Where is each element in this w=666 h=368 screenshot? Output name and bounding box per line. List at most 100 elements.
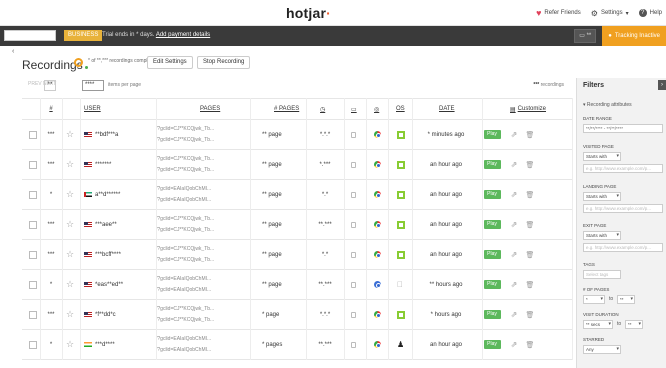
- share-icon[interactable]: ⇗: [511, 250, 518, 259]
- col-num[interactable]: #: [44, 99, 58, 119]
- share-icon[interactable]: ⇗: [511, 340, 518, 349]
- play-button[interactable]: Play: [483, 310, 501, 319]
- page-url[interactable]: /?gclid=CJ**KCQjwk_Tb...: [156, 317, 214, 323]
- page-url[interactable]: /?gclid=EAIaIQobChMI...: [156, 287, 211, 293]
- star-icon[interactable]: ☆: [66, 189, 74, 200]
- trash-icon[interactable]: 🗑: [526, 191, 535, 199]
- help-link[interactable]: ? Help: [638, 9, 662, 17]
- star-icon[interactable]: ☆: [66, 309, 74, 320]
- page-url[interactable]: /?gclid=CJ**KCQjwk_Tb...: [156, 227, 214, 233]
- col-user[interactable]: USER: [84, 99, 101, 119]
- user-id[interactable]: *******: [95, 162, 111, 168]
- page-number-input[interactable]: **: [44, 80, 56, 91]
- share-icon[interactable]: ⇗: [511, 310, 518, 319]
- play-button[interactable]: Play: [483, 340, 501, 349]
- row-checkbox[interactable]: [29, 190, 37, 199]
- row-checkbox[interactable]: [29, 130, 37, 139]
- trash-icon[interactable]: 🗑: [526, 281, 535, 289]
- play-button[interactable]: Play: [483, 190, 501, 199]
- star-icon[interactable]: ☆: [66, 129, 74, 140]
- user-id[interactable]: ***bcff****: [95, 252, 121, 258]
- share-icon[interactable]: ⇗: [511, 130, 518, 139]
- star-icon[interactable]: ☆: [66, 339, 74, 350]
- trash-icon[interactable]: 🗑: [526, 161, 535, 169]
- num-pages-from-select[interactable]: *: [583, 295, 605, 304]
- row-checkbox[interactable]: [29, 250, 37, 259]
- user-id[interactable]: a**d******: [95, 192, 120, 198]
- user-id[interactable]: **bdf***a: [95, 132, 118, 138]
- page-url[interactable]: /?gclid=EAIaIQobChMI...: [156, 186, 211, 192]
- settings-menu[interactable]: ⚙ Settings ▾: [591, 9, 629, 18]
- page-url[interactable]: /?gclid=CJ**KCQjwk_Tb...: [156, 306, 214, 312]
- page-url[interactable]: /?gclid=CJ**KCQjwk_Tb...: [156, 246, 214, 252]
- exit-page-input[interactable]: e.g. http://www.example.com/p...: [583, 243, 663, 252]
- trash-icon[interactable]: 🗑: [526, 221, 535, 229]
- col-pages[interactable]: PAGES: [200, 99, 220, 119]
- close-filters-icon[interactable]: ›: [658, 80, 666, 90]
- col-num-pages[interactable]: # PAGES: [274, 99, 299, 119]
- star-icon[interactable]: ☆: [66, 159, 74, 170]
- per-page-select[interactable]: ****: [82, 80, 104, 91]
- col-browser[interactable]: ◎: [374, 99, 379, 119]
- landing-page-input[interactable]: e.g. http://www.example.com/p...: [583, 204, 663, 213]
- col-date[interactable]: DATE: [439, 99, 455, 119]
- col-os[interactable]: OS: [396, 99, 405, 119]
- refer-friends-link[interactable]: ♥ Refer Friends: [536, 8, 581, 18]
- trash-icon[interactable]: 🗑: [526, 251, 535, 259]
- play-button[interactable]: Play: [483, 220, 501, 229]
- stop-recording-button[interactable]: Stop Recording: [197, 56, 251, 69]
- page-url[interactable]: /?gclid=EAIaIQobChMI...: [156, 347, 211, 353]
- page-url[interactable]: /?gclid=CJ**KCQjwk_Tb...: [156, 216, 214, 222]
- landing-page-select[interactable]: Starts with: [583, 192, 621, 201]
- duration-from-select[interactable]: ** secs: [583, 320, 613, 329]
- row-checkbox[interactable]: [29, 160, 37, 169]
- visited-page-input[interactable]: e.g. http://www.example.com/p...: [583, 164, 663, 173]
- col-duration[interactable]: ◷: [320, 99, 325, 119]
- trash-icon[interactable]: 🗑: [526, 341, 535, 349]
- customize-link[interactable]: ▤ Customize: [510, 99, 546, 119]
- user-id[interactable]: *eas**ed**: [95, 282, 123, 288]
- row-checkbox[interactable]: [29, 340, 37, 349]
- play-button[interactable]: Play: [483, 160, 501, 169]
- site-selector[interactable]: [4, 30, 56, 41]
- collapse-sidebar-icon[interactable]: ‹: [12, 48, 14, 55]
- star-icon[interactable]: ☆: [66, 279, 74, 290]
- row-checkbox[interactable]: [29, 310, 37, 319]
- play-button[interactable]: Play: [483, 250, 501, 259]
- user-id[interactable]: *f**dd*c: [95, 312, 116, 318]
- page-url[interactable]: /?gclid=EAIaIQobChMI...: [156, 276, 211, 282]
- page-url[interactable]: /?gclid=CJ**KCQjwk_Tb...: [156, 137, 214, 143]
- user-id[interactable]: ***aee**: [95, 222, 117, 228]
- exit-page-select[interactable]: Starts with: [583, 231, 621, 240]
- date-range-input[interactable]: **/**/**** - **/**/****: [583, 124, 663, 133]
- tags-input[interactable]: Select tags: [583, 270, 621, 279]
- trash-icon[interactable]: 🗑: [526, 311, 535, 319]
- tracking-status-button[interactable]: ● Tracking Inactive: [602, 26, 666, 46]
- share-icon[interactable]: ⇗: [511, 190, 518, 199]
- device-button[interactable]: ▭ **: [574, 29, 597, 43]
- star-icon[interactable]: ☆: [66, 249, 74, 260]
- visited-page-select[interactable]: Starts with: [583, 152, 621, 161]
- row-checkbox[interactable]: [29, 280, 37, 289]
- share-icon[interactable]: ⇗: [511, 160, 518, 169]
- row-checkbox[interactable]: [29, 220, 37, 229]
- share-icon[interactable]: ⇗: [511, 280, 518, 289]
- page-url[interactable]: /?gclid=CJ**KCQjwk_Tb...: [156, 156, 214, 162]
- trash-icon[interactable]: 🗑: [526, 131, 535, 139]
- star-icon[interactable]: ☆: [66, 219, 74, 230]
- page-url[interactable]: /?gclid=CJ**KCQjwk_Tb...: [156, 257, 214, 263]
- hotjar-logo[interactable]: hotjar·: [286, 5, 331, 21]
- col-device[interactable]: ▭: [351, 99, 357, 119]
- user-id[interactable]: ***d****: [95, 342, 115, 348]
- play-button[interactable]: Play: [483, 130, 501, 139]
- page-url[interactable]: /?gclid=CJ**KCQjwk_Tb...: [156, 126, 214, 132]
- num-pages-to-select[interactable]: **: [617, 295, 635, 304]
- play-button[interactable]: Play: [483, 280, 501, 289]
- add-payment-link[interactable]: Add payment details: [156, 32, 210, 38]
- share-icon[interactable]: ⇗: [511, 220, 518, 229]
- duration-to-select[interactable]: **: [625, 320, 643, 329]
- page-url[interactable]: /?gclid=CJ**KCQjwk_Tb...: [156, 167, 214, 173]
- page-url[interactable]: /?gclid=EAIaIQobChMI...: [156, 336, 211, 342]
- recording-attributes-section[interactable]: ▾ Recording attributes: [583, 102, 632, 108]
- starred-select[interactable]: Any: [583, 345, 621, 354]
